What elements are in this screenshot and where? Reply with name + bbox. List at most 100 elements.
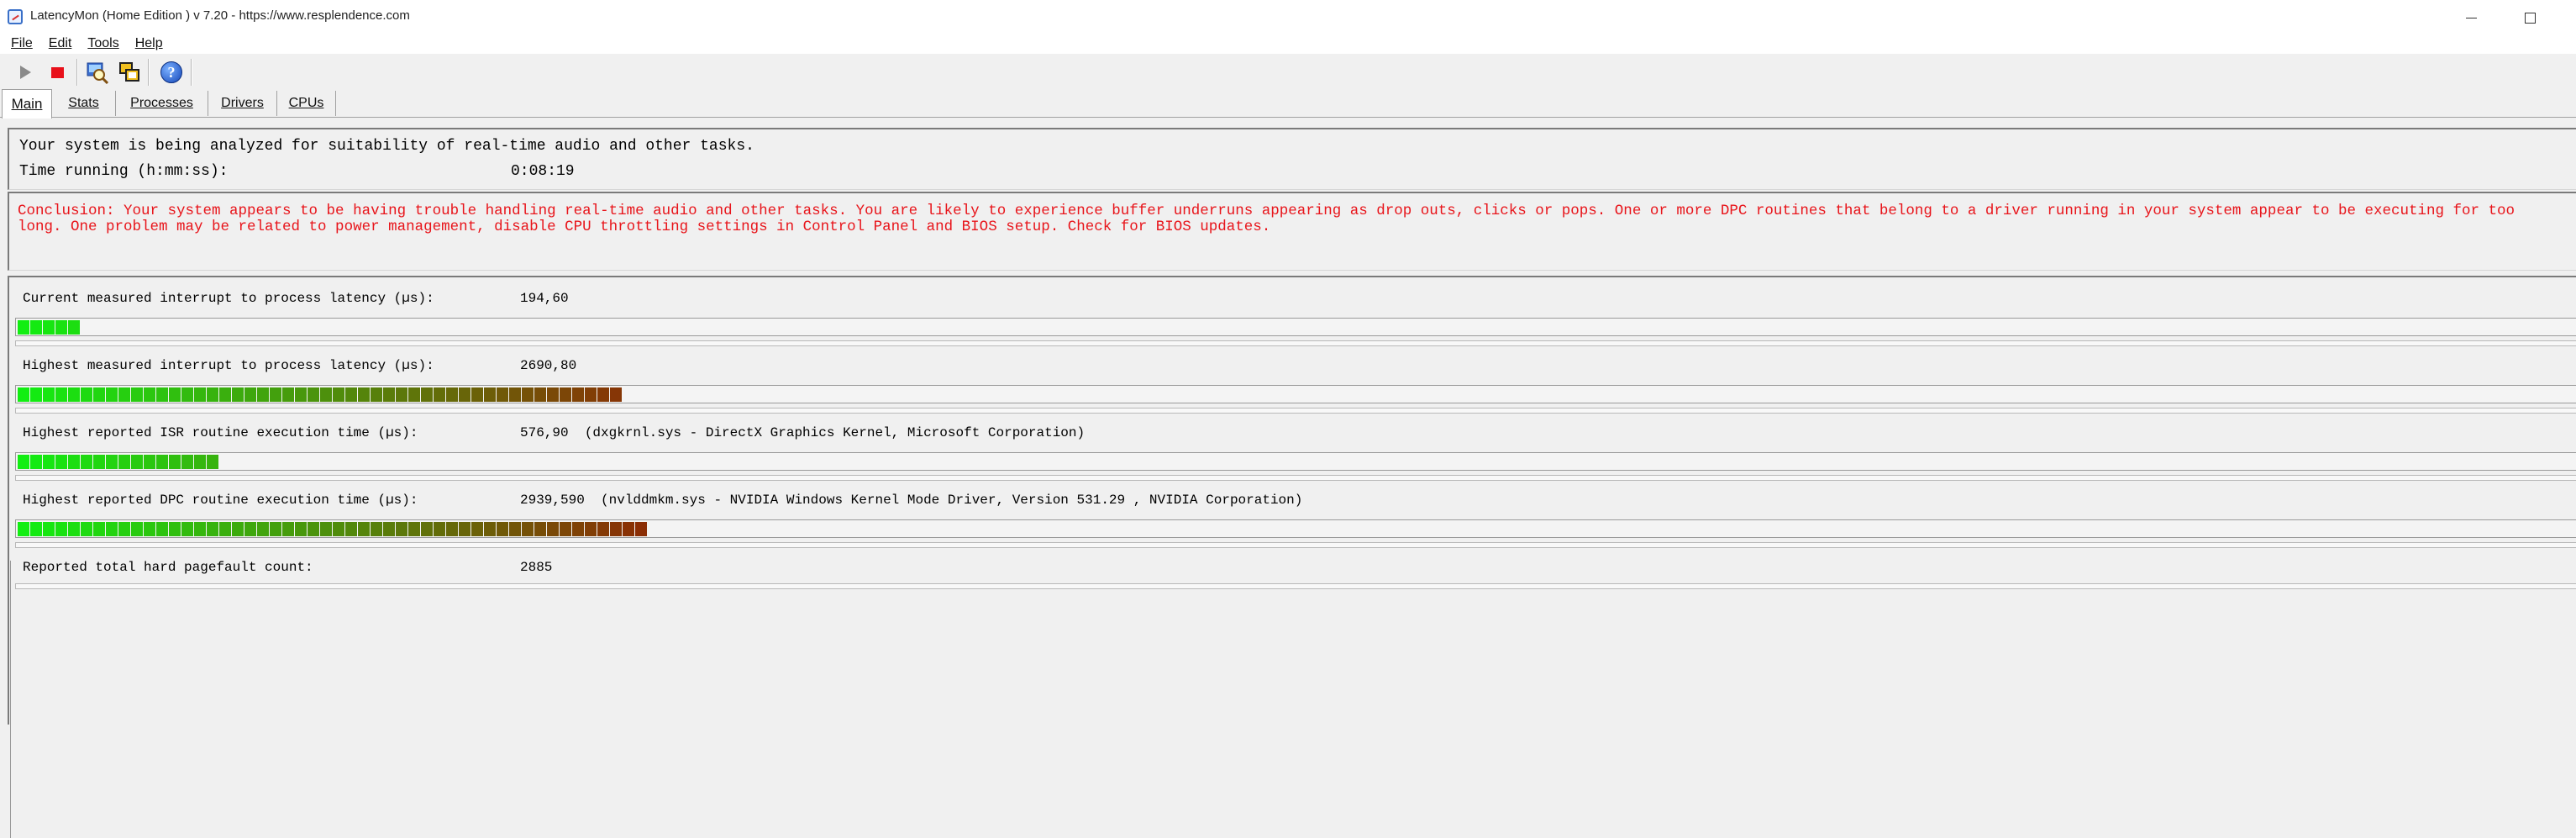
meter-segment — [93, 387, 105, 402]
meter-segment — [257, 387, 269, 402]
menu-bar: File Edit Tools Help — [0, 35, 2576, 54]
meter-segment — [358, 522, 370, 536]
meter-segment — [43, 387, 55, 402]
meter-segment — [396, 387, 407, 402]
meter-segment — [396, 522, 407, 536]
meter-segment — [181, 522, 193, 536]
meter-segment — [509, 522, 521, 536]
metric-label: Reported total hard pagefault count: — [23, 560, 313, 575]
meter-segment — [81, 387, 92, 402]
meter-segment — [371, 522, 382, 536]
meter-segment — [421, 387, 433, 402]
title-bar: LatencyMon (Home Edition ) v 7.20 - http… — [0, 0, 2576, 35]
tab-processes[interactable]: Processes — [116, 91, 208, 116]
meter-segment — [282, 387, 294, 402]
minimize-button[interactable] — [2442, 0, 2500, 35]
menu-file[interactable]: File — [0, 35, 39, 54]
meter-segment — [18, 455, 29, 469]
meter-fill — [18, 522, 647, 536]
meter-segment — [194, 522, 206, 536]
meter-segment — [610, 522, 622, 536]
meter-segment — [194, 387, 206, 402]
windows-button[interactable] — [117, 60, 142, 85]
meter-segment — [597, 522, 609, 536]
stop-button[interactable] — [45, 60, 70, 85]
meter-segment — [131, 387, 143, 402]
meter-segment — [81, 522, 92, 536]
meter-segment — [534, 522, 546, 536]
main-panel: Your system is being analyzed for suitab… — [0, 118, 2576, 838]
meter-segment — [207, 522, 218, 536]
meter-segment — [156, 522, 168, 536]
toolbar-separator — [191, 59, 192, 86]
tab-stats[interactable]: Stats — [52, 91, 116, 116]
toolbar-separator — [76, 59, 78, 86]
meter-segment — [207, 387, 218, 402]
meter-fill — [18, 320, 80, 335]
meter-segment — [55, 455, 67, 469]
meter-segment — [560, 522, 571, 536]
meter-segment — [257, 522, 269, 536]
maximize-button[interactable] — [2500, 0, 2559, 35]
meter-track — [15, 340, 2576, 346]
meter-segment — [30, 387, 42, 402]
latency-meter — [15, 519, 2576, 538]
menu-tools[interactable]: Tools — [77, 35, 124, 54]
meter-segment — [282, 522, 294, 536]
meter-segment — [144, 455, 155, 469]
metric-value: 2690,80 — [520, 358, 577, 373]
meter-segment — [169, 455, 181, 469]
meter-segment — [144, 387, 155, 402]
meter-segment — [30, 455, 42, 469]
latency-meter — [15, 385, 2576, 403]
meter-segment — [18, 320, 29, 335]
meter-segment — [497, 387, 508, 402]
meter-track — [15, 542, 2576, 548]
meter-segment — [295, 522, 307, 536]
meter-segment — [484, 387, 496, 402]
meter-segment — [232, 387, 244, 402]
meter-segment — [55, 387, 67, 402]
meter-segment — [93, 455, 105, 469]
meter-segment — [358, 387, 370, 402]
meter-segment — [106, 387, 118, 402]
meter-segment — [219, 387, 231, 402]
help-button[interactable]: ? — [159, 60, 184, 85]
meter-segment — [55, 522, 67, 536]
meter-segment — [333, 387, 344, 402]
meter-segment — [333, 522, 344, 536]
meter-segment — [509, 387, 521, 402]
metric-label: Highest reported ISR routine execution t… — [23, 425, 418, 440]
meter-segment — [585, 387, 597, 402]
time-running-value: 0:08:19 — [511, 163, 575, 180]
meter-segment — [383, 522, 395, 536]
status-line: Your system is being analyzed for suitab… — [19, 138, 754, 155]
meter-segment — [446, 522, 458, 536]
maximize-icon — [2524, 12, 2536, 24]
toolbar-separator — [148, 59, 150, 86]
play-button[interactable] — [13, 60, 38, 85]
tab-bar: Main Stats Processes Drivers CPUs — [0, 89, 2576, 119]
menu-edit[interactable]: Edit — [39, 35, 78, 54]
magnify-icon — [87, 62, 109, 84]
meter-segment — [434, 522, 445, 536]
meter-segment — [43, 522, 55, 536]
tab-main[interactable]: Main — [2, 89, 52, 119]
tab-drivers[interactable]: Drivers — [208, 91, 277, 116]
meter-segment — [610, 387, 622, 402]
menu-help[interactable]: Help — [125, 35, 169, 54]
meter-segment — [181, 387, 193, 402]
meter-segment — [572, 387, 584, 402]
meter-segment — [30, 522, 42, 536]
meter-segment — [320, 387, 332, 402]
metric-value: 194,60 — [520, 291, 569, 306]
meter-segment — [18, 387, 29, 402]
meter-segment — [68, 455, 80, 469]
meter-segment — [244, 522, 256, 536]
meter-segment — [68, 320, 80, 335]
magnify-button[interactable] — [85, 60, 110, 85]
meter-segment — [635, 522, 647, 536]
meter-segment — [93, 522, 105, 536]
meter-segment — [308, 522, 319, 536]
tab-cpus[interactable]: CPUs — [277, 91, 336, 116]
